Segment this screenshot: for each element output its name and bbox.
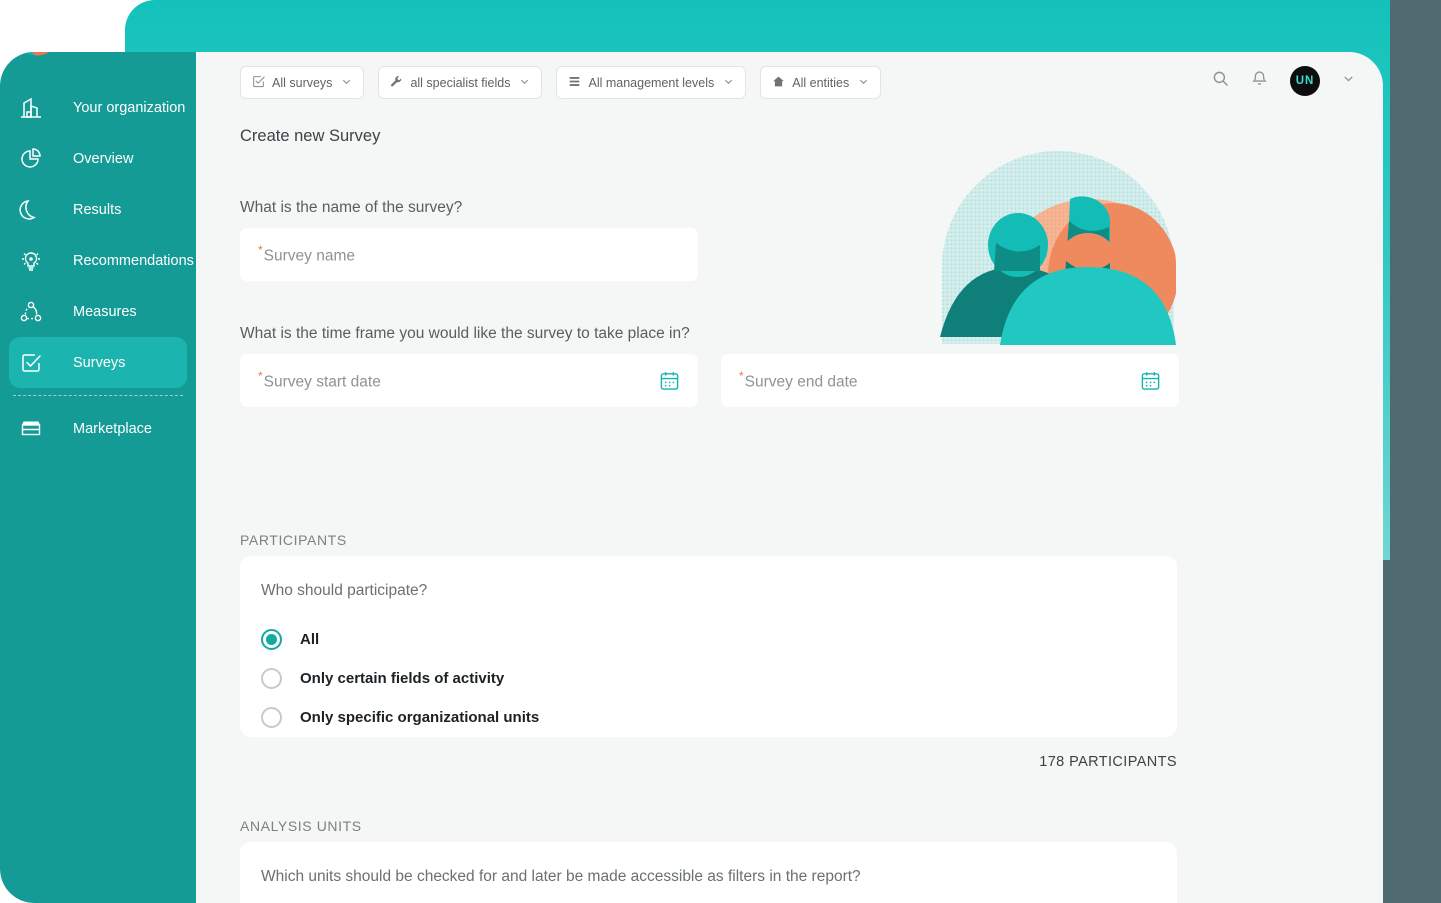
sidebar-item-label: Measures [73, 303, 137, 320]
radio-option-fields-of-activity[interactable]: Only certain fields of activity [240, 659, 1177, 698]
brand-name: DEAR EMPLOYEE [73, 52, 182, 54]
app-window: DEAR EMPLOYEE Your organization [0, 52, 1383, 903]
home-icon [772, 75, 785, 91]
checkbox-task-icon [18, 348, 56, 378]
chevron-down-icon [341, 76, 352, 90]
participants-section-label: PARTICIPANTS [240, 532, 347, 548]
topbar-actions: UN [1212, 66, 1355, 96]
sidebar-item-measures[interactable]: Measures [9, 286, 187, 337]
crescent-icon [18, 195, 56, 225]
avatar[interactable]: UN [1290, 66, 1320, 96]
pie-chart-icon [18, 144, 56, 174]
filter-all-surveys[interactable]: All surveys [240, 66, 365, 99]
filter-label: all specialist fields [410, 75, 511, 90]
end-date-placeholder: Survey end date [744, 373, 858, 391]
sidebar-item-results[interactable]: Results [9, 184, 187, 235]
analysis-units-section-label: ANALYSIS UNITS [240, 818, 362, 834]
topbar: All surveys all specialist fields All ma… [196, 52, 1383, 117]
survey-end-date-input[interactable]: *Survey end date [721, 354, 1179, 407]
radio-icon [261, 707, 282, 728]
brand-line-2: EMPLOYEE [73, 52, 182, 54]
main-content: Create new Survey What is the name of th… [196, 117, 1383, 903]
sidebar-item-marketplace[interactable]: Marketplace [9, 403, 187, 454]
sidebar-item-label: Results [73, 201, 122, 218]
wrench-icon [390, 75, 403, 91]
filter-specialist-fields[interactable]: all specialist fields [378, 66, 543, 99]
filter-entities[interactable]: All entities [760, 66, 882, 99]
filter-label: All entities [792, 75, 850, 90]
chevron-down-icon [858, 76, 869, 90]
chevron-down-icon [519, 76, 530, 90]
sidebar-item-your-organization[interactable]: Your organization [9, 82, 187, 133]
storefront-icon [18, 414, 56, 444]
check-circle-icon [252, 75, 265, 91]
search-icon[interactable] [1212, 70, 1229, 92]
timeframe-question: What is the time frame you would like th… [240, 325, 690, 342]
survey-name-placeholder: Survey name [263, 247, 355, 265]
analysis-units-card: Which units should be checked for and la… [240, 842, 1177, 903]
sidebar-item-label: Overview [73, 150, 134, 167]
calendar-icon[interactable] [659, 370, 680, 396]
filter-label: All surveys [272, 75, 333, 90]
building-icon [18, 93, 56, 123]
right-slate-strip [1390, 0, 1441, 903]
participants-count: 178 PARTICIPANTS [1039, 754, 1177, 770]
sidebar-item-label: Your organization [73, 99, 186, 116]
radio-label: Only specific organizational units [300, 709, 540, 726]
bell-icon[interactable] [1251, 70, 1268, 92]
sidebar: DEAR EMPLOYEE Your organization [0, 52, 196, 903]
survey-name-question: What is the name of the survey? [240, 199, 463, 216]
network-icon [18, 297, 56, 327]
sidebar-item-surveys[interactable]: Surveys [9, 337, 187, 388]
sidebar-item-label: Marketplace [73, 420, 152, 437]
survey-start-date-input[interactable]: *Survey start date [240, 354, 698, 407]
sidebar-item-recommendations[interactable]: Recommendations [9, 235, 194, 286]
calendar-icon[interactable] [1140, 370, 1161, 396]
sidebar-nav: Your organization Overview Results Recom… [0, 82, 196, 454]
radio-icon-selected [261, 629, 282, 650]
sidebar-item-overview[interactable]: Overview [9, 133, 187, 184]
required-marker: * [739, 369, 744, 384]
radio-label: All [300, 631, 320, 648]
start-date-placeholder: Survey start date [263, 373, 381, 391]
lightbulb-icon [18, 246, 56, 276]
brand-logo[interactable]: DEAR EMPLOYEE [14, 52, 182, 57]
participants-question: Who should participate? [261, 582, 428, 599]
participants-card: Who should participate? All Only certain… [240, 556, 1177, 737]
survey-name-input[interactable]: *Survey name [240, 228, 698, 281]
analysis-units-question: Which units should be checked for and la… [261, 868, 861, 885]
required-marker: * [258, 369, 263, 384]
required-marker: * [258, 243, 263, 258]
page-title: Create new Survey [240, 127, 381, 145]
smiley-logo-icon [24, 52, 50, 56]
avatar-chevron-down-icon[interactable] [1342, 72, 1355, 90]
sidebar-item-label: Surveys [73, 354, 126, 371]
radio-option-organizational-units[interactable]: Only specific organizational units [240, 698, 1177, 737]
filter-label: All management levels [588, 75, 715, 90]
sidebar-divider [13, 395, 183, 396]
sidebar-item-label: Recommendations [73, 252, 194, 269]
chevron-down-icon [723, 76, 734, 90]
filter-bar: All surveys all specialist fields All ma… [240, 66, 882, 99]
radio-label: Only certain fields of activity [300, 670, 505, 687]
list-icon [568, 75, 581, 91]
radio-option-all[interactable]: All [240, 620, 1177, 659]
filter-management-levels[interactable]: All management levels [556, 66, 747, 99]
people-illustration [938, 147, 1178, 347]
radio-icon [261, 668, 282, 689]
